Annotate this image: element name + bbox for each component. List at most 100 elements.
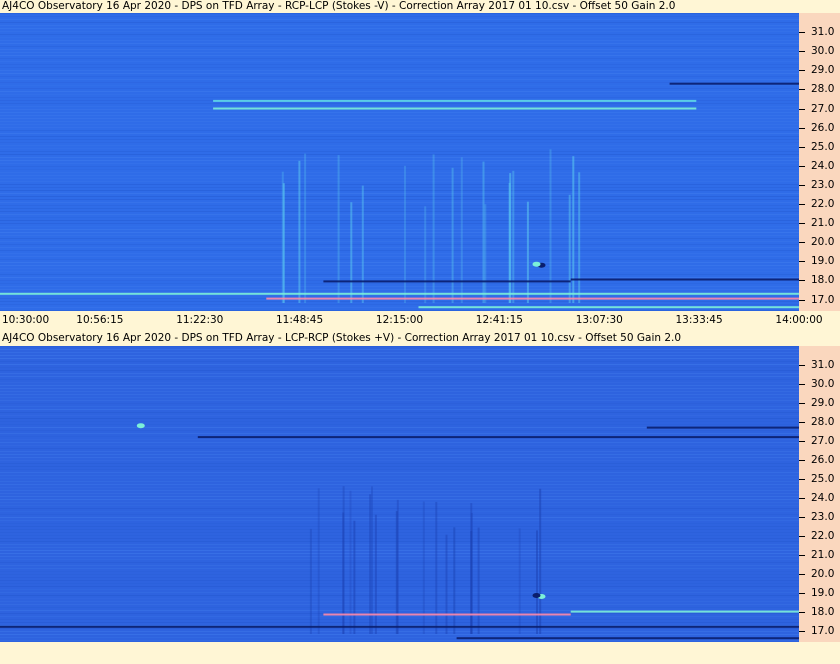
noise-row xyxy=(0,34,799,35)
noise-row xyxy=(0,97,799,98)
noise-row xyxy=(0,169,799,170)
y-tick-label: 17.0 xyxy=(811,624,835,637)
noise-row xyxy=(0,199,799,200)
top-spectrogram-plot xyxy=(0,13,799,311)
burst-streak xyxy=(361,185,364,303)
y-tick-label: 22.0 xyxy=(811,198,835,210)
noise-row xyxy=(0,484,799,485)
y-tick xyxy=(799,459,805,461)
signal-band xyxy=(213,107,697,110)
y-tick xyxy=(799,516,805,518)
burst-streak xyxy=(518,528,521,634)
noise-row xyxy=(0,73,799,74)
y-tick-label: 23.0 xyxy=(811,178,835,191)
noise-row xyxy=(0,400,799,401)
burst-streak xyxy=(374,514,377,634)
signal-band xyxy=(646,426,799,429)
y-tick xyxy=(799,223,805,225)
noise-row xyxy=(0,508,799,509)
noise-row xyxy=(0,262,799,263)
noise-row xyxy=(0,28,799,29)
noise-row xyxy=(0,553,799,554)
noise-row xyxy=(0,304,799,305)
signal-band xyxy=(323,613,571,616)
burst-streak xyxy=(304,153,307,303)
noise-row xyxy=(0,502,799,503)
noise-row xyxy=(0,22,799,23)
noise-row xyxy=(0,505,799,506)
noise-row xyxy=(0,478,799,479)
noise-row xyxy=(0,397,799,398)
noise-row xyxy=(0,283,799,284)
noise-row xyxy=(0,346,799,347)
burst-streak xyxy=(445,534,448,634)
noise-row xyxy=(0,526,799,527)
noise-row xyxy=(0,517,799,518)
burst-streak xyxy=(536,530,538,634)
noise-row xyxy=(0,187,799,188)
signal-band xyxy=(323,280,571,283)
noise-row xyxy=(0,568,799,569)
y-tick xyxy=(799,573,805,575)
noise-row xyxy=(0,565,799,566)
noise-row xyxy=(0,64,799,65)
y-tick-label: 29.0 xyxy=(811,396,835,409)
noise-row xyxy=(0,70,799,71)
noise-row xyxy=(0,178,799,179)
noise-row xyxy=(0,148,799,149)
noise-row xyxy=(0,556,799,557)
burst-streak xyxy=(424,206,427,303)
noise-row xyxy=(0,136,799,137)
noise-row xyxy=(0,412,799,413)
noise-row xyxy=(0,439,799,440)
noise-row xyxy=(0,544,799,545)
signal-band xyxy=(570,610,799,613)
noise-row xyxy=(0,268,799,269)
noise-row xyxy=(0,154,799,155)
noise-row xyxy=(0,454,799,455)
x-tick-label: 13:07:30 xyxy=(575,314,623,326)
noise-row xyxy=(0,388,799,389)
y-tick xyxy=(799,51,805,53)
y-tick xyxy=(799,365,805,366)
burst-streak xyxy=(404,165,406,303)
noise-row xyxy=(0,382,799,383)
noise-row xyxy=(0,190,799,191)
noise-row xyxy=(0,430,799,431)
noise-row xyxy=(0,277,799,278)
burst-streak xyxy=(349,490,352,634)
noise-row xyxy=(0,601,799,602)
noise-row xyxy=(0,232,799,233)
signal-band xyxy=(266,297,799,300)
noise-row xyxy=(0,172,799,173)
y-tick xyxy=(799,204,805,205)
noise-row xyxy=(0,217,799,218)
noise-row xyxy=(0,247,799,248)
burst-streak xyxy=(298,160,301,303)
noise-row xyxy=(0,421,799,422)
noise-row xyxy=(0,514,799,515)
burst-streak xyxy=(526,201,529,303)
noise-row xyxy=(0,529,799,530)
noise-row xyxy=(0,220,799,221)
noise-row xyxy=(0,286,799,287)
noise-row xyxy=(0,616,799,617)
noise-row xyxy=(0,604,799,605)
noise-row xyxy=(0,175,799,176)
noise-row xyxy=(0,364,799,365)
y-tick-label: 27.0 xyxy=(811,102,835,115)
burst-streak xyxy=(512,170,515,303)
bottom-spectrogram xyxy=(0,346,799,642)
x-tick-label: 10:30:00 xyxy=(2,314,50,326)
signal-spot xyxy=(532,261,541,267)
burst-streak xyxy=(353,520,356,634)
y-tick xyxy=(799,535,805,537)
x-tick-label: 13:33:45 xyxy=(675,314,723,326)
y-tick xyxy=(799,299,805,301)
noise-row xyxy=(0,85,799,86)
noise-row xyxy=(0,163,799,164)
noise-row xyxy=(0,46,799,47)
burst-streak xyxy=(369,494,372,634)
noise-row xyxy=(0,295,799,296)
noise-row xyxy=(0,406,799,407)
